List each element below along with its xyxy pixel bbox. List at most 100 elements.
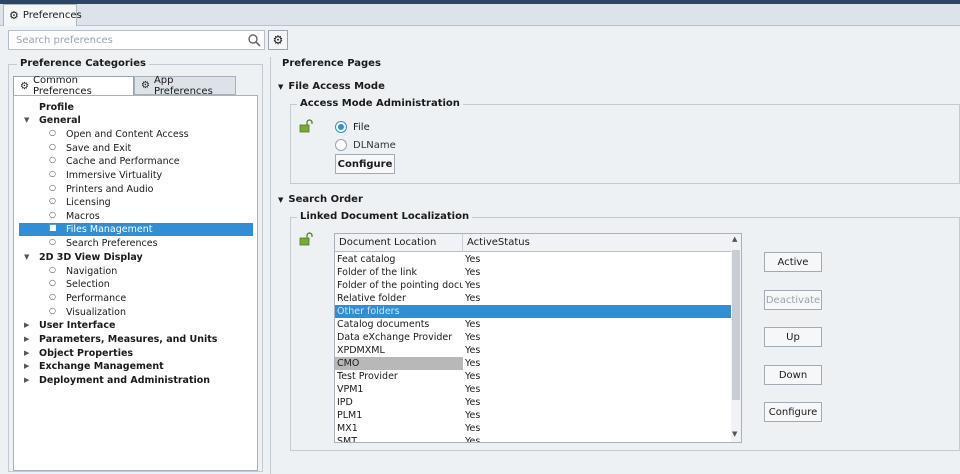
scroll-up-arrow-icon[interactable]: ▲	[732, 235, 737, 243]
table-row[interactable]: Catalog documents Yes	[335, 318, 733, 331]
tree-item-object-properties[interactable]: Object Properties	[39, 347, 133, 360]
search-input[interactable]	[14, 33, 242, 47]
table-row[interactable]: VPM1 Yes	[335, 383, 733, 396]
bullet-icon: ○	[49, 142, 56, 151]
collapse-arrow-icon[interactable]: ▶	[24, 376, 29, 384]
file-access-mode-title: File Access Mode	[288, 81, 385, 92]
table-row[interactable]: IPD Yes	[335, 396, 733, 409]
expand-arrow-icon[interactable]: ▼	[24, 253, 29, 261]
bullet-icon: ○	[49, 169, 56, 178]
tree-item-save-exit[interactable]: Save and Exit	[66, 142, 131, 155]
radio-file-circle[interactable]	[335, 121, 347, 133]
tree-item-2d-3d-view-display[interactable]: 2D 3D View Display	[39, 251, 143, 264]
expand-arrow-icon[interactable]: ▼	[24, 116, 29, 124]
deactivate-button[interactable]: Deactivate	[764, 290, 822, 310]
tree-item-licensing[interactable]: Licensing	[66, 196, 111, 209]
tree-item-visualization[interactable]: Visualization	[66, 306, 126, 319]
preferences-window-tab[interactable]: ⚙ Preferences	[3, 4, 82, 26]
table-row[interactable]: Data eXchange Provider Yes	[335, 331, 733, 344]
column-header-document-location[interactable]: Document Location	[335, 234, 463, 252]
tree-item-deployment-administration[interactable]: Deployment and Administration	[39, 374, 210, 387]
search-icon[interactable]	[247, 33, 261, 47]
bullet-icon: ○	[49, 183, 56, 192]
expand-arrow-icon: ▼	[278, 82, 284, 91]
search-order-configure-button[interactable]: Configure	[764, 402, 822, 422]
tree-item-navigation[interactable]: Navigation	[66, 265, 117, 278]
collapse-arrow-icon[interactable]: ▶	[24, 335, 29, 343]
bullet-icon: ○	[49, 278, 56, 287]
collapse-arrow-icon[interactable]: ▶	[24, 349, 29, 357]
tree-item-files-management[interactable]: Files Management	[66, 223, 152, 236]
search-box[interactable]	[8, 30, 265, 50]
bullet-icon: ○	[49, 292, 56, 301]
up-button[interactable]: Up	[764, 327, 822, 347]
active-button[interactable]: Active	[764, 252, 822, 272]
tree-item-immersive-virtuality[interactable]: Immersive Virtuality	[66, 169, 162, 182]
file-access-mode-header[interactable]: ▼ File Access Mode	[278, 81, 385, 92]
table-scrollbar[interactable]: ▲ ▼	[731, 234, 741, 442]
radio-dlname-circle[interactable]	[335, 139, 347, 151]
search-settings-button[interactable]: ⚙	[268, 30, 288, 50]
radio-dlname[interactable]: DLName	[335, 139, 396, 151]
gear-icon: ⚙	[20, 80, 29, 92]
bullet-icon: ○	[49, 265, 56, 274]
preference-categories-title: Preference Categories	[17, 58, 149, 69]
tree-item-selection[interactable]: Selection	[66, 278, 110, 291]
table-row[interactable]: SMT Yes	[335, 435, 733, 442]
bullet-icon: ■	[49, 223, 57, 232]
table-header: Document Location ActiveStatus	[335, 234, 733, 252]
tree-item-search-preferences[interactable]: Search Preferences	[66, 237, 158, 250]
table-row[interactable]: Relative folder Yes	[335, 292, 733, 305]
gear-icon: ⚙	[141, 80, 150, 91]
table-row[interactable]: PLM1 Yes	[335, 409, 733, 422]
expand-arrow-icon: ▼	[278, 195, 284, 204]
table-row[interactable]: CMO Yes	[335, 357, 733, 370]
lock-open-icon[interactable]	[299, 119, 313, 133]
file-access-configure-button[interactable]: Configure	[335, 154, 395, 174]
linked-document-localization-title: Linked Document Localization	[297, 211, 473, 222]
search-order-header[interactable]: ▼ Search Order	[278, 194, 363, 205]
access-mode-administration-title: Access Mode Administration	[297, 98, 463, 109]
tree-item-printers-audio[interactable]: Printers and Audio	[66, 183, 153, 196]
window-tab-label: Preferences	[22, 10, 82, 21]
tree-item-performance[interactable]: Performance	[66, 292, 126, 305]
tree-item-exchange-management[interactable]: Exchange Management	[39, 360, 164, 373]
window-tab-bar: ⚙ Preferences	[0, 4, 960, 26]
document-location-table: Document Location ActiveStatus Feat cata…	[334, 233, 742, 443]
table-row-selected[interactable]: Other folders	[335, 305, 733, 318]
collapse-arrow-icon[interactable]: ▶	[24, 321, 29, 329]
scroll-down-arrow-icon[interactable]: ▼	[732, 430, 737, 438]
tab-common-preferences[interactable]: ⚙ Common Preferences	[13, 75, 134, 97]
tree-item-user-interface[interactable]: User Interface	[39, 319, 115, 332]
tree-item-cache-performance[interactable]: Cache and Performance	[66, 155, 180, 168]
table-row[interactable]: Test Provider Yes	[335, 370, 733, 383]
column-header-active-status[interactable]: ActiveStatus	[463, 234, 733, 252]
table-row[interactable]: XPDMXML Yes	[335, 344, 733, 357]
tab-label: Common Preferences	[32, 75, 92, 97]
tree-item-macros[interactable]: Macros	[66, 210, 100, 223]
bullet-icon: ○	[49, 196, 56, 205]
tab-app-preferences[interactable]: ⚙ App Preferences	[134, 74, 236, 97]
radio-dlname-label: DLName	[353, 139, 396, 151]
tree-item-general[interactable]: General	[39, 114, 81, 127]
radio-file[interactable]: File	[335, 121, 370, 133]
collapse-arrow-icon[interactable]: ▶	[24, 362, 29, 370]
bullet-icon: ○	[49, 306, 56, 315]
tree-item-parameters-measures-units[interactable]: Parameters, Measures, and Units	[39, 333, 217, 346]
lock-open-icon[interactable]	[299, 232, 313, 246]
table-row[interactable]: Folder of the pointing docu Yes	[335, 279, 733, 292]
table-row[interactable]: MX1 Yes	[335, 422, 733, 435]
bullet-icon: ○	[49, 210, 56, 219]
scrollbar-thumb[interactable]	[732, 250, 740, 400]
tree-item-profile[interactable]: Profile	[39, 101, 74, 114]
gear-icon: ⚙	[9, 9, 19, 22]
table-row[interactable]: Feat catalog Yes	[335, 253, 733, 266]
preference-pages-title: Preference Pages	[279, 58, 384, 69]
tab-label: App Preferences	[153, 74, 213, 97]
down-button[interactable]: Down	[764, 365, 822, 385]
search-order-title: Search Order	[288, 194, 363, 205]
gear-icon: ⚙	[272, 33, 284, 47]
tree-item-open-content-access[interactable]: Open and Content Access	[66, 128, 189, 141]
bullet-icon: ○	[49, 155, 56, 164]
table-row[interactable]: Folder of the link Yes	[335, 266, 733, 279]
